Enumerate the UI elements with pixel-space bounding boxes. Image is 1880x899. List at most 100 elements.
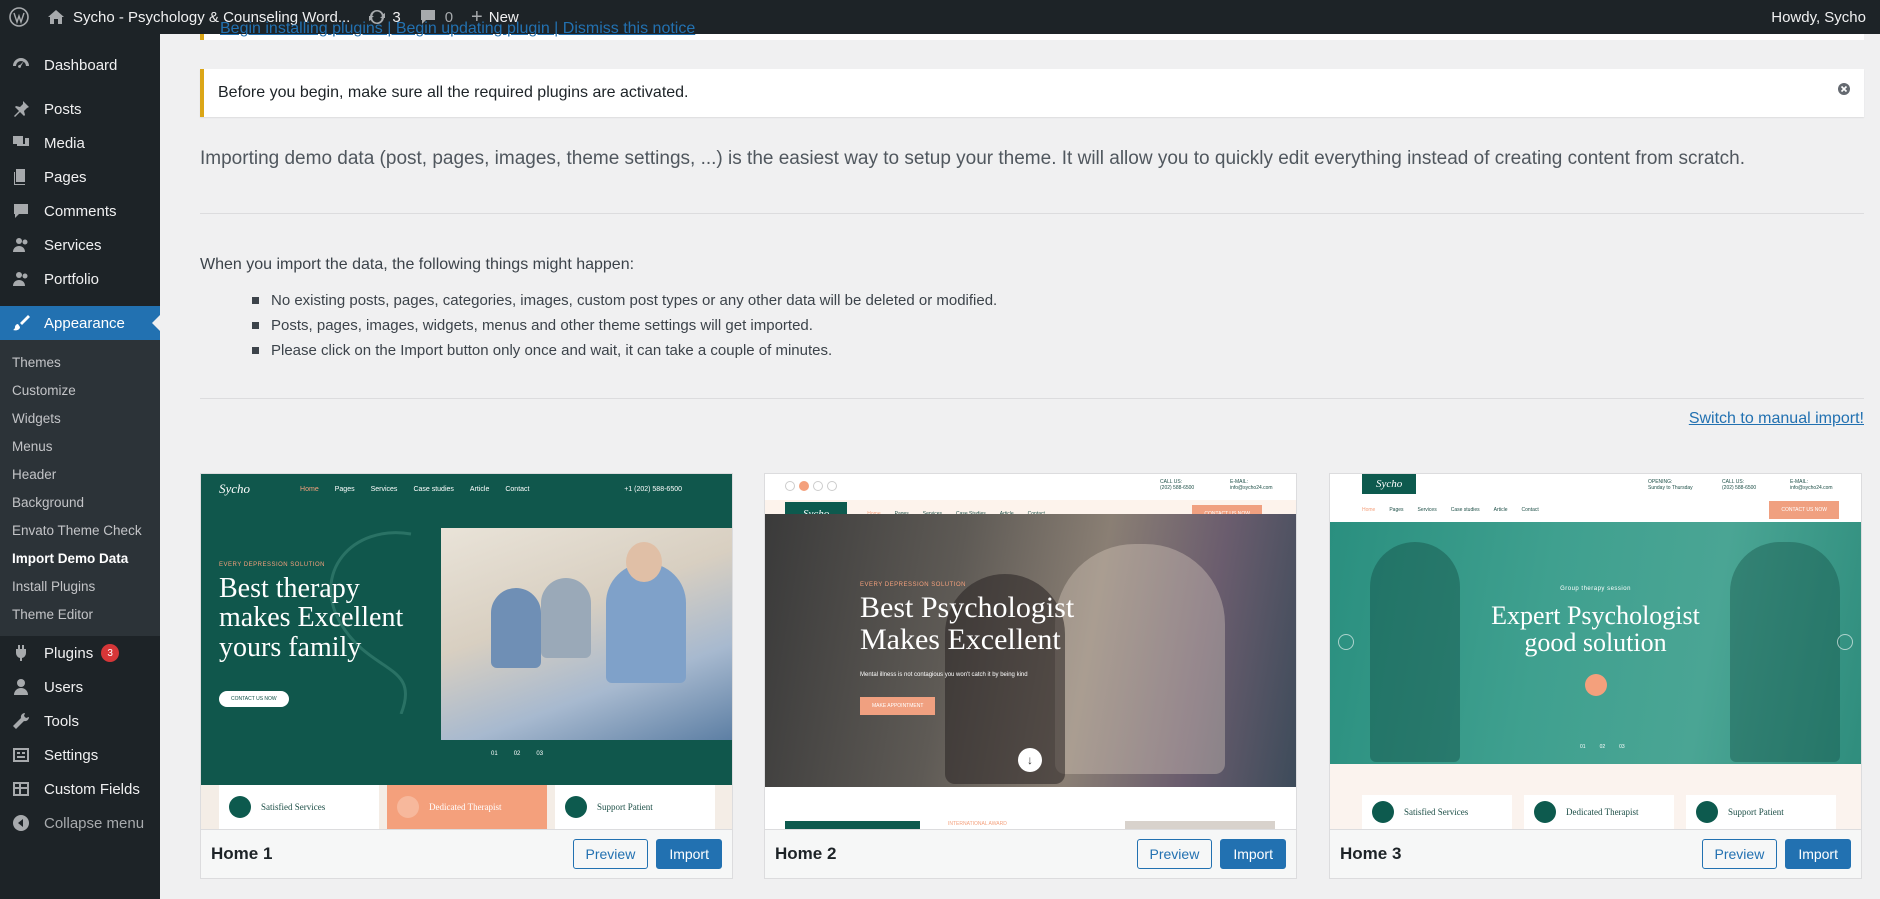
appearance-submenu: Themes Customize Widgets Menus Header Ba… — [0, 340, 160, 636]
pin-icon — [10, 98, 32, 120]
menu-label: Plugins — [44, 644, 94, 662]
switch-manual-import-link[interactable]: Switch to manual import! — [1689, 410, 1864, 428]
menu-comments[interactable]: Comments — [0, 194, 160, 228]
demo-name: Home 1 — [211, 844, 273, 863]
shot-headline-line: Makes Excellent — [860, 622, 1061, 656]
submenu-theme-editor[interactable]: Theme Editor — [0, 600, 160, 628]
table-icon — [10, 778, 32, 800]
shot-service-box: Support Patient — [1686, 795, 1836, 829]
collapse-menu-button[interactable]: Collapse menu — [0, 806, 160, 840]
shot-headline-line: good solution — [1524, 628, 1667, 658]
menu-portfolio[interactable]: Portfolio — [0, 262, 160, 296]
submenu-import-demo-data[interactable]: Import Demo Data — [0, 544, 160, 572]
shot-headline-line: yours family — [219, 631, 362, 663]
shot-service-box: Satisfied Services — [1362, 795, 1512, 829]
menu-dashboard[interactable]: Dashboard — [0, 48, 160, 82]
shot-slide-number: 02 — [1599, 744, 1606, 750]
pages-icon — [10, 166, 32, 188]
menu-users[interactable]: Users — [0, 670, 160, 704]
menu-media[interactable]: Media — [0, 126, 160, 160]
menu-settings[interactable]: Settings — [0, 738, 160, 772]
list-item: Posts, pages, images, widgets, menus and… — [252, 313, 997, 338]
shot-nav-item: Contact — [505, 485, 530, 493]
shot-nav-item: Home — [300, 485, 319, 493]
account-menu[interactable]: Howdy, Sycho — [1762, 0, 1880, 34]
plugin-notice: Before you begin, make sure all the requ… — [200, 69, 1864, 117]
notice-text: Before you begin, make sure all the requ… — [218, 84, 689, 101]
shot-service-box: Dedicated Therapist — [387, 785, 547, 829]
menu-pages[interactable]: Pages — [0, 160, 160, 194]
demo-screenshot-home-1[interactable]: Sycho Home Pages Services Case studies A… — [201, 474, 732, 829]
shot-nav-item: Home — [1362, 507, 1376, 513]
menu-custom-fields[interactable]: Custom Fields — [0, 772, 160, 806]
plugin-icon — [10, 642, 32, 664]
shot-nav-item: Contact — [1521, 507, 1539, 513]
greeting: Howdy, Sycho — [1771, 8, 1866, 26]
menu-label: Custom Fields — [44, 780, 140, 798]
import-button[interactable]: Import — [1785, 839, 1851, 869]
demo-screenshot-home-3[interactable]: Sycho OPENING: Sunday to Thursday CALL US… — [1330, 474, 1861, 829]
play-icon — [1585, 674, 1607, 696]
close-icon[interactable] — [1836, 81, 1852, 97]
demo-card-home-3: Sycho OPENING: Sunday to Thursday CALL US… — [1329, 473, 1862, 879]
submenu-background[interactable]: Background — [0, 488, 160, 516]
menu-tools[interactable]: Tools — [0, 704, 160, 738]
shot-headline-line: makes Excellent — [219, 602, 404, 634]
shot-nav-item: Pages — [1389, 507, 1404, 513]
shot-eyebrow: EVERY DEPRESSION SOLUTION — [219, 562, 325, 568]
brush-icon — [10, 312, 32, 334]
shot-nav-item: Article — [469, 485, 490, 493]
menu-services[interactable]: Services — [0, 228, 160, 262]
demo-card-footer: Home 2 Preview Import — [765, 829, 1296, 878]
main-content: Begin installing plugins | Begin updatin… — [200, 20, 1864, 899]
submenu-header[interactable]: Header — [0, 460, 160, 488]
shot-nav-item: Article — [1493, 507, 1508, 513]
divider — [200, 213, 1864, 214]
arrow-down-icon: ↓ — [1018, 748, 1042, 772]
menu-label: Posts — [44, 100, 82, 118]
list-item: Please click on the Import button only o… — [252, 338, 997, 363]
shot-mail-address: info@sycho24.com — [1790, 485, 1833, 491]
demo-screenshot-home-2[interactable]: CALL US: (202) 588-6500 E-MAIL: info@sycho… — [765, 474, 1296, 829]
menu-label: Media — [44, 134, 85, 152]
shot-call-number: (202) 588-6500 — [1722, 485, 1757, 491]
import-button[interactable]: Import — [656, 839, 722, 869]
shot-service-box: Support Patient — [555, 785, 715, 829]
preview-button[interactable]: Preview — [1136, 839, 1213, 869]
demo-name: Home 3 — [1340, 844, 1402, 863]
submenu-themes[interactable]: Themes — [0, 348, 160, 376]
menu-label: Tools — [44, 712, 80, 730]
shot-call-number: (202) 588-6500 — [1160, 485, 1195, 491]
media-icon — [10, 132, 32, 154]
preview-button[interactable]: Preview — [1701, 839, 1778, 869]
demo-card-footer: Home 3 Preview Import — [1330, 829, 1861, 878]
shot-slide-number: 01 — [491, 751, 498, 757]
shot-slide-number: 01 — [1580, 744, 1586, 750]
shot-headline-line: Best therapy — [219, 573, 360, 604]
shot-cta: CONTACT US NOW — [219, 691, 289, 707]
import-button[interactable]: Import — [1220, 839, 1286, 869]
submenu-envato-theme-check[interactable]: Envato Theme Check — [0, 516, 160, 544]
submenu-widgets[interactable]: Widgets — [0, 404, 160, 432]
shot-headline-line: Best Psychologist — [860, 591, 1075, 624]
home-icon — [47, 9, 65, 25]
divider — [200, 398, 1864, 399]
shot-nav-item: Services — [1417, 507, 1437, 513]
shot-photo — [441, 528, 732, 740]
demo-card-home-1: Sycho Home Pages Services Case studies A… — [200, 473, 733, 879]
menu-appearance[interactable]: Appearance — [0, 306, 160, 340]
collapse-label: Collapse menu — [44, 814, 145, 832]
submenu-customize[interactable]: Customize — [0, 376, 160, 404]
shot-mail-address: info@sycho24.com — [1230, 485, 1273, 491]
menu-label: Users — [44, 678, 84, 696]
notice-links[interactable]: Begin installing plugins | Begin updatin… — [220, 20, 695, 38]
menu-posts[interactable]: Posts — [0, 92, 160, 126]
shot-cta: MAKE APPOINTMENT — [860, 697, 936, 715]
wordpress-logo-icon[interactable] — [0, 0, 38, 34]
shot-nav-item: Case studies — [413, 485, 454, 493]
submenu-install-plugins[interactable]: Install Plugins — [0, 572, 160, 600]
submenu-menus[interactable]: Menus — [0, 432, 160, 460]
menu-plugins[interactable]: Plugins 3 — [0, 636, 160, 670]
preview-button[interactable]: Preview — [572, 839, 649, 869]
admin-sidebar: Dashboard Posts Media Pages Comments Ser… — [0, 34, 160, 899]
